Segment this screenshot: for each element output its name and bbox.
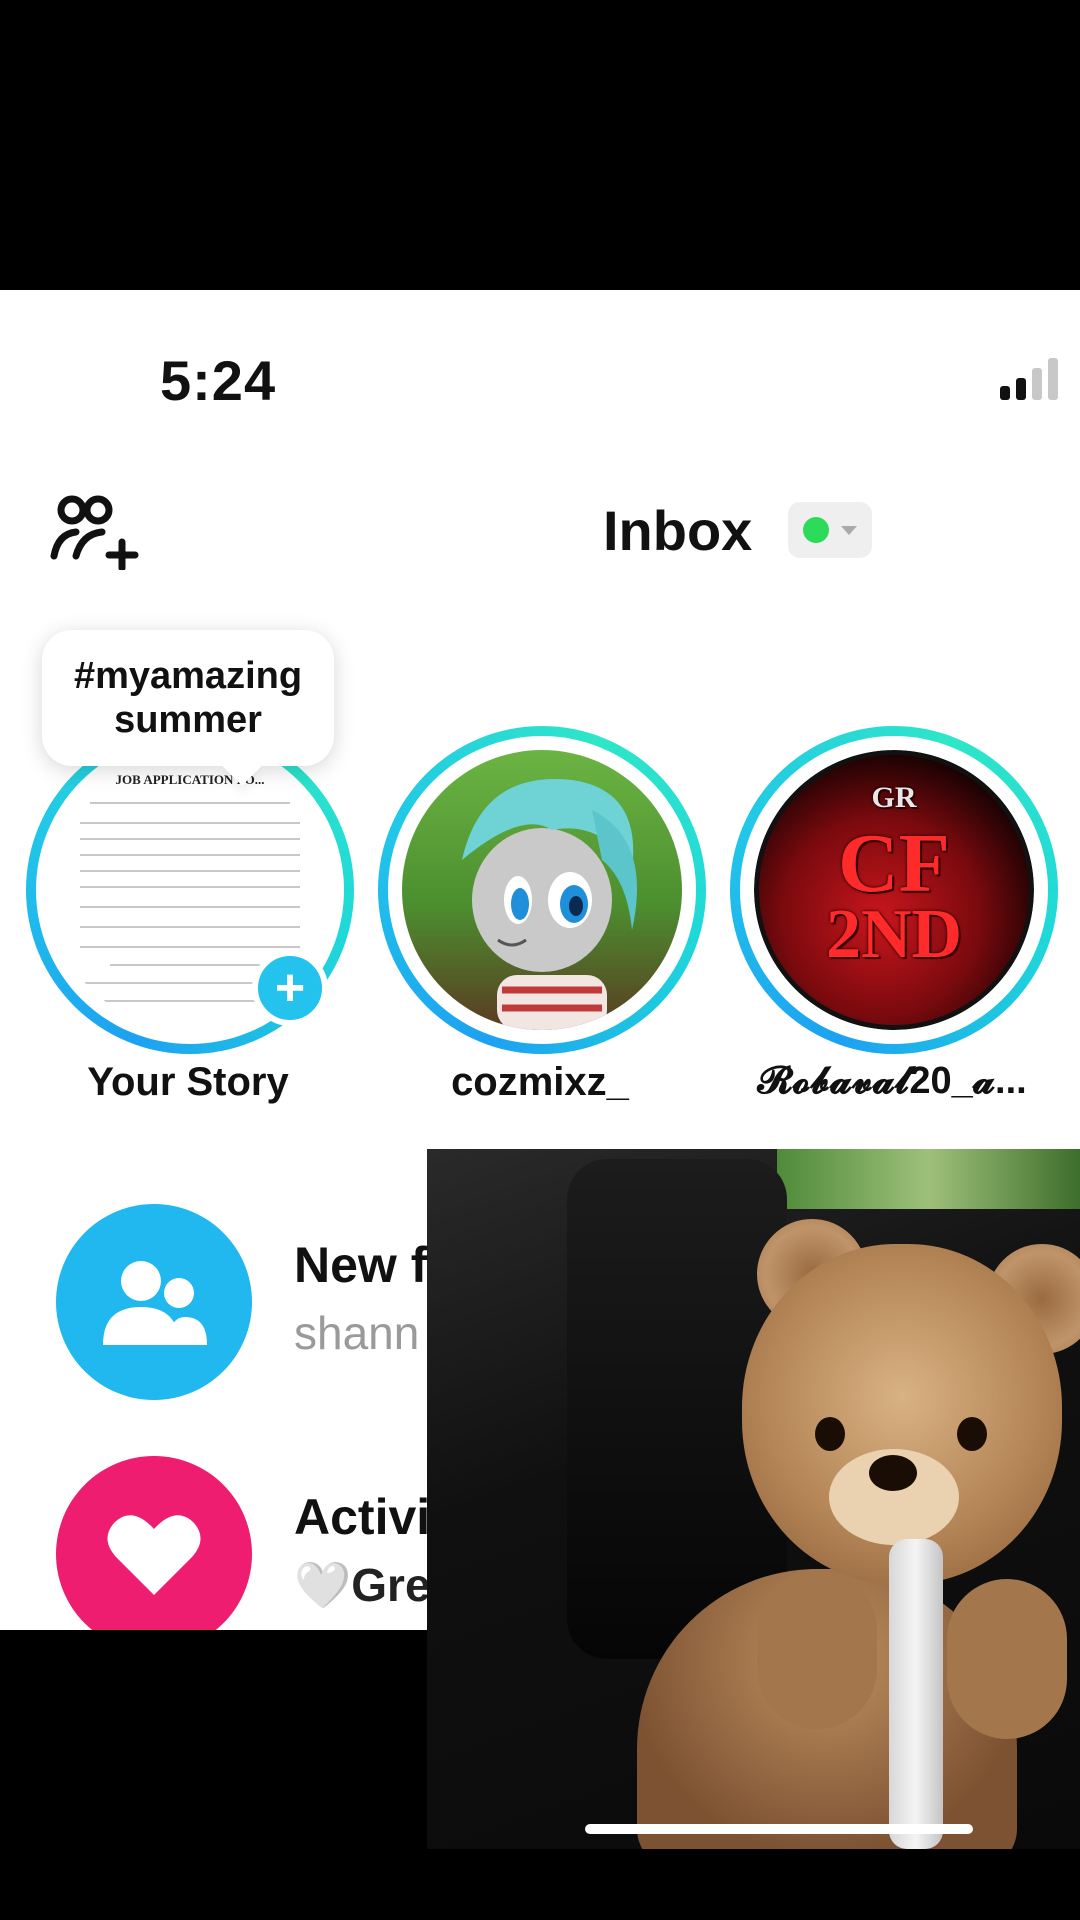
teddy-bear-eye (815, 1417, 845, 1451)
bottle (889, 1539, 943, 1849)
story-label: 𝓡𝓸𝓫𝓪𝓿𝓪𝓵20_𝓪... (757, 1060, 1027, 1102)
home-indicator[interactable] (585, 1824, 973, 1834)
teddy-bear-paw (947, 1579, 1067, 1739)
teddy-bear-paw (757, 1569, 877, 1729)
pony-avatar (402, 750, 682, 1030)
logo-2nd-text: 2ND (825, 896, 963, 973)
story-cozmixz[interactable] (378, 726, 706, 1054)
top-letterbox (0, 0, 1080, 290)
story-label: Your Story (87, 1060, 289, 1104)
heart-icon[interactable] (56, 1456, 252, 1630)
online-status-dropdown[interactable] (788, 502, 872, 558)
teddy-bear-nose (869, 1455, 917, 1491)
list-item-subtitle: shann (294, 1307, 420, 1359)
teddy-bear-eye (957, 1417, 987, 1451)
add-story-button[interactable]: + (252, 950, 328, 1026)
chevron-down-icon (841, 525, 857, 535)
doc-title: JOB APPLICATION FO... (115, 772, 265, 787)
signal-icon (1000, 358, 1058, 400)
story-label: cozmixz_ (451, 1060, 629, 1104)
list-item-subtitle: 🤍Gre (294, 1559, 431, 1611)
cf-2nd-logo: GR CF 2ND (754, 750, 1034, 1030)
hashtag-tooltip[interactable]: #myamazing summer (42, 630, 334, 766)
window-foliage (777, 1149, 1080, 1209)
page-title: Inbox (603, 499, 753, 562)
list-item-title[interactable]: Activi (294, 1488, 430, 1546)
person-add-icon[interactable] (50, 490, 142, 572)
video-overlay[interactable] (427, 1149, 1080, 1849)
logo-small-text: GR (871, 781, 917, 814)
people-icon[interactable] (56, 1204, 252, 1400)
story-robaval[interactable]: GR CF 2ND (730, 726, 1058, 1054)
list-item-title[interactable]: New f (294, 1236, 427, 1294)
online-status-dot (803, 517, 829, 543)
status-time: 5:24 (160, 349, 277, 412)
